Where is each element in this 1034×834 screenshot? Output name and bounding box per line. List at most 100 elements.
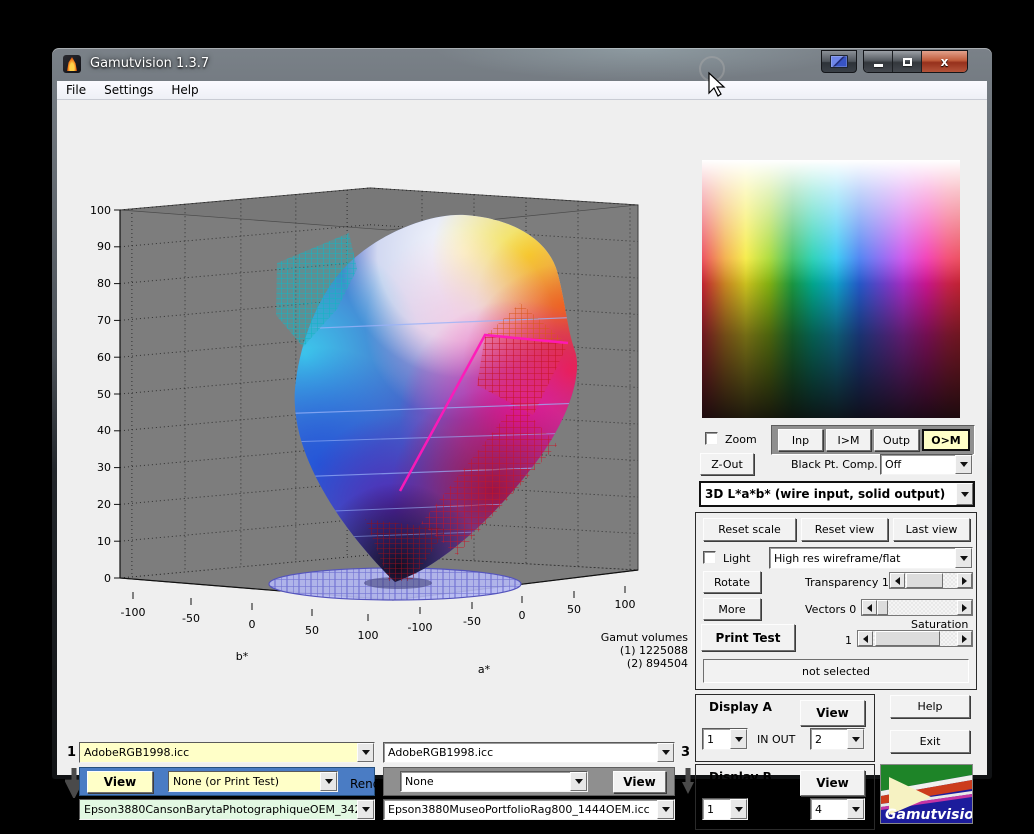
chevron-down-icon[interactable] — [357, 800, 374, 819]
profile-2-select[interactable]: Epson3880CansonBarytaPhotographiqueOEM_3… — [79, 799, 375, 820]
minimize-button[interactable] — [864, 51, 893, 72]
svg-text:50: 50 — [567, 603, 581, 616]
chevron-down-icon[interactable] — [955, 455, 972, 474]
slider-right-arrow[interactable] — [957, 600, 972, 615]
transparency-label: Transparency 1 — [805, 576, 889, 589]
slider-left-arrow[interactable] — [858, 631, 873, 646]
light-checkbox[interactable] — [703, 551, 716, 564]
exit-button[interactable]: Exit — [890, 730, 970, 753]
inp-button[interactable]: Inp — [778, 429, 823, 451]
gamutvision-logo: Gamutvision — [880, 764, 973, 824]
reset-view-button[interactable]: Reset view — [801, 518, 888, 541]
gamut-volumes: Gamut volumes (1) 1225088 (2) 894504 — [601, 631, 689, 670]
gamut-3d-plot[interactable]: 100 90 80 70 60 50 40 30 20 10 0 -100 -5… — [65, 103, 705, 718]
title-bar[interactable]: Gamutvision 1.3.7 x — [52, 48, 992, 81]
slider-left-arrow[interactable] — [862, 600, 877, 615]
rotate-button[interactable]: Rotate — [703, 571, 761, 593]
svg-text:a*: a* — [478, 663, 491, 676]
menu-help[interactable]: Help — [162, 83, 207, 97]
svg-text:60: 60 — [97, 351, 111, 364]
display-a-in-select[interactable]: 1 — [702, 728, 748, 750]
more-button[interactable]: More — [703, 598, 761, 620]
display-b-out-select[interactable]: 4 — [810, 798, 865, 820]
maximize-button[interactable] — [893, 51, 922, 72]
svg-text:-50: -50 — [463, 615, 481, 628]
svg-text:b*: b* — [236, 650, 249, 663]
app-icon[interactable] — [63, 55, 81, 73]
menu-settings[interactable]: Settings — [95, 83, 162, 97]
o-to-m-button[interactable]: O>M — [922, 429, 970, 451]
display-a-inout-label: IN OUT — [757, 733, 795, 746]
svg-text:10: 10 — [97, 535, 111, 548]
logo-text: Gamutvision — [885, 807, 972, 823]
chevron-down-icon[interactable] — [847, 799, 864, 819]
main-content: 100 90 80 70 60 50 40 30 20 10 0 -100 -5… — [57, 100, 987, 775]
slot-1-number: 1 — [67, 745, 76, 760]
chevron-down-icon[interactable] — [955, 548, 972, 568]
black-pt-comp-label: Black Pt. Comp. — [791, 458, 878, 471]
chevron-down-icon[interactable] — [570, 772, 587, 791]
z-axis-labels: 100 90 80 70 60 50 40 30 20 10 0 — [90, 204, 111, 585]
chevron-down-icon[interactable] — [730, 729, 747, 749]
rendering-select[interactable]: None — [400, 771, 588, 792]
svg-text:100: 100 — [615, 598, 636, 611]
svg-text:80: 80 — [97, 277, 111, 290]
print-test-button[interactable]: Print Test — [701, 624, 795, 651]
light-checkbox-label: Light — [723, 552, 750, 565]
zoom-checkbox[interactable] — [705, 432, 718, 445]
slider-right-arrow[interactable] — [957, 631, 972, 646]
close-icon: x — [941, 55, 949, 69]
status-bar: not selected — [703, 659, 969, 683]
reset-scale-button[interactable]: Reset scale — [703, 518, 796, 541]
svg-text:90: 90 — [97, 240, 111, 253]
saturation-slider[interactable] — [857, 630, 973, 647]
display-b-view-button[interactable]: View — [800, 770, 865, 796]
chevron-down-icon[interactable] — [730, 799, 747, 819]
profile-1-select[interactable]: AdobeRGB1998.icc — [79, 742, 375, 763]
black-pt-comp-select[interactable]: Off — [880, 454, 973, 475]
chevron-down-icon[interactable] — [357, 743, 374, 762]
view-left-button[interactable]: View — [87, 771, 153, 793]
maximize-icon — [903, 58, 912, 66]
svg-text:50: 50 — [97, 388, 111, 401]
zoom-checkbox-label: Zoom — [725, 433, 757, 446]
wireframe-mode-select[interactable]: High res wireframe/flat — [769, 547, 973, 569]
help-button[interactable]: Help — [890, 695, 970, 718]
slot-4-number: 4 — [681, 802, 690, 817]
outp-button[interactable]: Outp — [874, 429, 919, 451]
display-b-in-select[interactable]: 1 — [702, 798, 748, 820]
profile-4-select[interactable]: Epson3880MuseoPortfolioRag800_1444OEM.ic… — [383, 799, 675, 820]
window-title: Gamutvision 1.3.7 — [90, 56, 209, 71]
b-axis-labels: -100 -50 0 50 100 b* — [121, 606, 379, 663]
menu-file[interactable]: File — [57, 83, 95, 97]
display-a-view-button[interactable]: View — [800, 700, 865, 726]
view-mode-select[interactable]: 3D L*a*b* (wire input, solid output) — [699, 481, 975, 507]
display-a-out-select[interactable]: 2 — [810, 728, 865, 750]
svg-text:0: 0 — [519, 609, 526, 622]
slider-right-arrow[interactable] — [957, 573, 972, 588]
transparency-slider[interactable] — [889, 572, 973, 589]
display-switch-button[interactable] — [821, 50, 857, 73]
vectors-label: Vectors 0 — [805, 603, 856, 616]
flame-icon — [67, 57, 77, 71]
slider-left-arrow[interactable] — [890, 573, 905, 588]
view-right-button[interactable]: View — [613, 771, 666, 793]
simulation-select[interactable]: None (or Print Test) — [168, 771, 338, 792]
chevron-down-icon[interactable] — [956, 483, 973, 505]
z-out-button[interactable]: Z-Out — [700, 453, 754, 475]
close-button[interactable]: x — [922, 51, 967, 72]
monitor-icon — [830, 55, 848, 68]
chevron-down-icon[interactable] — [657, 743, 674, 762]
display-b-inout-label: IN OUT — [757, 803, 795, 816]
svg-text:-100: -100 — [121, 606, 146, 619]
last-view-button[interactable]: Last view — [893, 518, 970, 541]
i-to-m-button[interactable]: I>M — [826, 429, 871, 451]
chevron-down-icon[interactable] — [657, 800, 674, 819]
chevron-down-icon[interactable] — [320, 772, 337, 791]
display-a-title: Display A — [709, 700, 772, 714]
vectors-slider[interactable] — [861, 599, 973, 616]
profile-3-select[interactable]: AdobeRGB1998.icc — [383, 742, 675, 763]
svg-text:40: 40 — [97, 424, 111, 437]
chevron-down-icon[interactable] — [847, 729, 864, 749]
color-field-preview[interactable] — [702, 160, 960, 418]
